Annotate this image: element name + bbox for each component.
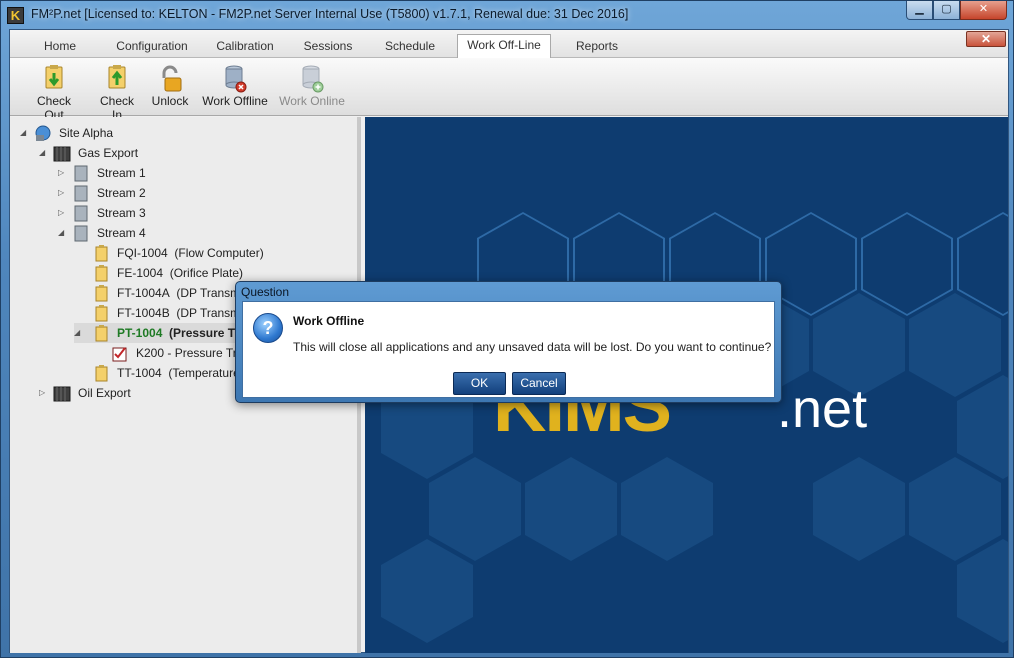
work-offline-label: Work Offline [202, 94, 268, 108]
tree-label: Gas Export [78, 146, 139, 160]
collapse-arrow-icon[interactable]: ◢ [58, 223, 68, 243]
ok-button[interactable]: OK [453, 372, 506, 395]
check-in-icon [108, 65, 126, 89]
hexagon-decoration [861, 212, 953, 316]
tree-label: Stream 2 [97, 186, 146, 200]
instrument-icon [95, 365, 108, 382]
tag-label: FT-1004B [117, 306, 170, 320]
collapse-arrow-icon[interactable]: ◢ [20, 123, 30, 143]
hexagon-decoration [525, 457, 617, 561]
instrument-icon [95, 285, 108, 302]
window-controls: ▁ ▢ ✕ [906, 1, 1007, 20]
tree-node-site-alpha[interactable]: ◢ Site Alpha [20, 123, 320, 143]
tree-label: Stream 3 [97, 206, 146, 220]
tab-reports[interactable]: Reports [567, 36, 627, 58]
tab-work-offline[interactable]: Work Off-Line [457, 34, 551, 59]
database-offline-icon [225, 65, 247, 93]
dialog-body: ? Work Offline This will close all appli… [242, 301, 775, 398]
hexagon-decoration [621, 457, 713, 561]
tab-home[interactable]: Home [32, 36, 88, 58]
tab-calibration[interactable]: Calibration [210, 36, 280, 58]
desc-label: (Flow Computer) [174, 246, 264, 260]
check-out-icon [45, 65, 63, 89]
plant-icon [53, 146, 71, 162]
hexagon-decoration [381, 539, 473, 643]
tag-label: FQI-1004 [117, 246, 168, 260]
work-offline-button[interactable]: Work Offline [202, 64, 268, 112]
window-title: FM²P.net [Licensed to: KELTON - FM2P.net… [31, 7, 629, 21]
tag-label: TT-1004 [117, 366, 162, 380]
dialog-heading: Work Offline [293, 314, 365, 328]
instrument-icon [95, 265, 108, 282]
tree-label: Site Alpha [59, 126, 114, 140]
desc-label: (Orifice Plate) [169, 266, 244, 280]
stream-icon [74, 165, 88, 182]
minimize-button[interactable]: ▁ [906, 1, 933, 20]
tab-configuration[interactable]: Configuration [108, 36, 196, 58]
close-button[interactable]: ✕ [960, 1, 1007, 20]
tree-node-stream-4[interactable]: ◢ Stream 4 [58, 223, 318, 243]
tree-label: Stream 4 [97, 226, 146, 240]
unlock-button[interactable]: Unlock [151, 64, 189, 112]
ribbon-toolbar: Check Out Check In Unlock Work Offline W… [10, 58, 1008, 122]
expand-arrow-icon[interactable]: ▷ [58, 183, 68, 203]
stream-icon [74, 225, 88, 242]
work-online-button[interactable]: Work Online [279, 64, 345, 112]
instrument-icon [95, 305, 108, 322]
tab-bar: Home Configuration Calibration Sessions … [10, 30, 1008, 59]
tab-schedule[interactable]: Schedule [376, 36, 444, 58]
instrument-icon [95, 325, 108, 342]
hexagon-decoration [429, 457, 521, 561]
maximize-button[interactable]: ▢ [933, 1, 960, 20]
tag-label: FT-1004A [117, 286, 170, 300]
site-icon [35, 125, 51, 141]
app-icon[interactable]: K [7, 7, 24, 24]
check-in-button[interactable]: Check In [94, 64, 140, 122]
tree-node-gas-export[interactable]: ◢ Gas Export [39, 143, 339, 163]
hexagon-decoration [909, 457, 1001, 561]
tree-node-fe-1004[interactable]: FE-1004 (Orifice Plate) [92, 263, 352, 283]
dialog-title: Question [241, 285, 290, 299]
collapse-arrow-icon[interactable]: ◢ [39, 143, 49, 163]
tag-label: PT-1004 [117, 326, 163, 340]
logo-suffix: .net [777, 379, 868, 439]
plant-icon [53, 386, 71, 402]
stream-icon [74, 185, 88, 202]
tree-node-fqi-1004[interactable]: FQI-1004 (Flow Computer) [92, 243, 352, 263]
tree-label: Stream 1 [97, 166, 146, 180]
expand-arrow-icon[interactable]: ▷ [39, 383, 49, 403]
check-out-button[interactable]: Check Out [26, 64, 82, 122]
work-online-label: Work Online [279, 94, 345, 108]
hexagon-decoration [813, 457, 905, 561]
tree-label: Oil Export [78, 386, 131, 400]
expand-arrow-icon[interactable]: ▷ [58, 163, 68, 183]
unlock-label: Unlock [151, 94, 189, 108]
tag-label: FE-1004 [117, 266, 164, 280]
database-online-icon [302, 65, 324, 93]
tab-sessions[interactable]: Sessions [296, 36, 360, 58]
stream-icon [74, 205, 88, 222]
unlock-icon [162, 65, 182, 92]
instrument-icon [95, 245, 108, 262]
hexagon-decoration [909, 293, 1001, 397]
calibration-record-icon [112, 347, 127, 362]
question-icon: ? [253, 313, 283, 343]
expand-arrow-icon[interactable]: ▷ [58, 203, 68, 223]
collapse-arrow-icon[interactable]: ◢ [74, 323, 84, 343]
dialog-message: This will close all applications and any… [293, 340, 772, 354]
tree-node-stream-3[interactable]: ▷ Stream 3 [58, 203, 318, 223]
cancel-button[interactable]: Cancel [512, 372, 566, 395]
title-bar[interactable]: K FM²P.net [Licensed to: KELTON - FM2P.n… [1, 1, 1013, 29]
tree-node-stream-1[interactable]: ▷ Stream 1 [58, 163, 318, 183]
question-dialog: Question ? Work Offline This will close … [235, 281, 782, 403]
document-close-button[interactable]: ✕ [966, 31, 1006, 47]
tree-node-stream-2[interactable]: ▷ Stream 2 [58, 183, 318, 203]
